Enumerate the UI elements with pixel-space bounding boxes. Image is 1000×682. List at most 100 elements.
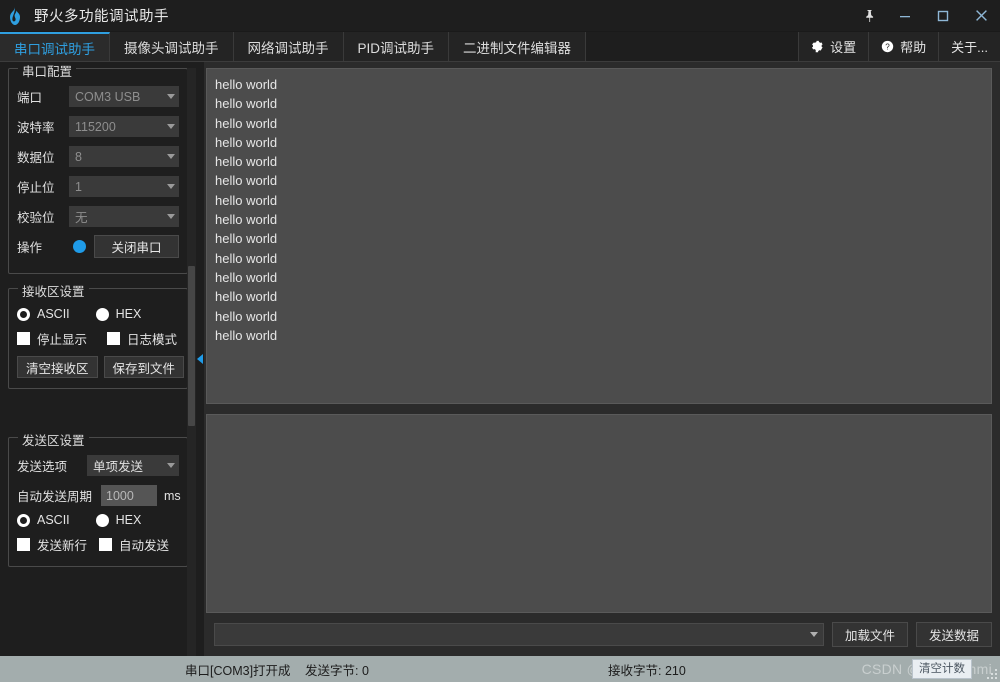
- send-flags-row: 发送新行 自动发送: [17, 535, 179, 554]
- tab-label: 摄像头调试助手: [124, 37, 219, 57]
- chevron-down-icon: [167, 184, 175, 189]
- send-newline-checkbox[interactable]: 发送新行: [17, 535, 87, 554]
- send-data-button[interactable]: 发送数据: [916, 622, 992, 647]
- clear-counter-tooltip: 清空计数: [912, 659, 972, 679]
- help-label: 帮助: [900, 37, 926, 56]
- receive-line: hello world: [215, 152, 991, 171]
- receive-line: hello world: [215, 307, 991, 326]
- send-bar: 加载文件 发送数据: [206, 613, 992, 656]
- svg-text:?: ?: [885, 42, 890, 51]
- chevron-down-icon: [167, 463, 175, 468]
- log-mode-checkbox[interactable]: 日志模式: [107, 329, 177, 348]
- receive-flags-row: 停止显示 日志模式: [17, 329, 179, 348]
- parity-select[interactable]: 无: [69, 206, 179, 227]
- radio-icon: [17, 514, 30, 527]
- send-option-select[interactable]: 单项发送: [87, 455, 179, 476]
- checkbox-icon: [107, 332, 120, 345]
- application-window: 野火多功能调试助手 串口调试助手 摄像头调试助手 网络调试助手: [0, 0, 1000, 682]
- help-button[interactable]: ? 帮助: [868, 32, 938, 61]
- toggle-port-label: 关闭串口: [111, 237, 161, 256]
- receive-buttons-row: 清空接收区 保存到文件: [17, 356, 179, 378]
- checkbox-icon: [17, 332, 30, 345]
- send-data-label: 发送数据: [929, 625, 979, 644]
- port-row: 端口 COM3 USB: [17, 83, 179, 110]
- flame-icon: [0, 7, 30, 25]
- checkbox-icon: [99, 538, 112, 551]
- maximize-icon[interactable]: [924, 0, 962, 32]
- tab-camera-debug[interactable]: 摄像头调试助手: [110, 32, 234, 61]
- window-title: 野火多功能调试助手: [30, 5, 169, 26]
- baudrate-select[interactable]: 115200: [69, 116, 179, 137]
- receive-ascii-radio[interactable]: ASCII: [17, 307, 70, 321]
- sidebar-scrollbar-thumb[interactable]: [188, 266, 195, 426]
- baudrate-label: 波特率: [17, 117, 69, 136]
- stop-display-checkbox[interactable]: 停止显示: [17, 329, 87, 348]
- tab-pid-debug[interactable]: PID调试助手: [344, 32, 450, 61]
- stopbits-select[interactable]: 1: [69, 176, 179, 197]
- operation-row: 操作 关闭串口: [17, 233, 179, 260]
- parity-label: 校验位: [17, 207, 69, 226]
- send-ascii-radio[interactable]: ASCII: [17, 513, 70, 527]
- tab-binary-editor[interactable]: 二进制文件编辑器: [449, 32, 586, 61]
- port-select[interactable]: COM3 USB: [69, 86, 179, 107]
- resize-grip-icon[interactable]: [985, 667, 997, 679]
- receive-line: hello world: [215, 229, 991, 248]
- send-hex-radio[interactable]: HEX: [96, 513, 142, 527]
- collapse-left-arrow-icon[interactable]: [197, 354, 203, 364]
- send-history-combo[interactable]: [214, 623, 824, 646]
- about-button[interactable]: 关于...: [938, 32, 1000, 61]
- main-panel: hello world hello world hello world hell…: [204, 62, 1000, 656]
- radio-icon: [96, 308, 109, 321]
- tab-network-debug[interactable]: 网络调试助手: [234, 32, 344, 61]
- baudrate-value: 115200: [75, 120, 163, 134]
- auto-period-unit: ms: [164, 489, 181, 503]
- radio-icon: [96, 514, 109, 527]
- minimize-icon[interactable]: [886, 0, 924, 32]
- databits-label: 数据位: [17, 147, 69, 166]
- chevron-down-icon: [167, 124, 175, 129]
- pin-icon[interactable]: [852, 0, 886, 32]
- send-option-value: 单项发送: [93, 456, 163, 475]
- settings-button[interactable]: 设置: [798, 32, 868, 61]
- content-body: 串口配置 端口 COM3 USB 波特率 115200: [0, 62, 1000, 656]
- receive-hex-radio[interactable]: HEX: [96, 307, 142, 321]
- receive-settings-legend: 接收区设置: [18, 281, 89, 300]
- panel-splitter[interactable]: [196, 62, 204, 656]
- auto-send-checkbox[interactable]: 自动发送: [99, 535, 169, 554]
- send-format-row: ASCII HEX: [17, 513, 179, 527]
- toggle-port-button[interactable]: 关闭串口: [94, 235, 179, 258]
- databits-select[interactable]: 8: [69, 146, 179, 167]
- clear-receive-button[interactable]: 清空接收区: [17, 356, 98, 378]
- receive-line: hello world: [215, 191, 991, 210]
- tab-serial-debug[interactable]: 串口调试助手: [0, 32, 110, 61]
- status-received-bytes: 接收字节: 210: [608, 660, 686, 679]
- chevron-down-icon: [167, 154, 175, 159]
- send-option-row: 发送选项 单项发送: [17, 452, 179, 479]
- close-icon[interactable]: [962, 0, 1000, 32]
- stop-display-label: 停止显示: [37, 329, 87, 348]
- load-file-label: 加载文件: [845, 625, 895, 644]
- receive-line: hello world: [215, 171, 991, 190]
- auto-period-label: 自动发送周期: [17, 486, 101, 505]
- send-ascii-label: ASCII: [37, 513, 70, 527]
- tab-strip: 串口调试助手 摄像头调试助手 网络调试助手 PID调试助手 二进制文件编辑器 设…: [0, 32, 1000, 62]
- receive-textarea[interactable]: hello world hello world hello world hell…: [206, 68, 992, 404]
- auto-period-input[interactable]: [101, 485, 157, 506]
- serial-config-group: 串口配置 端口 COM3 USB 波特率 115200: [8, 68, 188, 274]
- save-to-file-label: 保存到文件: [113, 358, 176, 377]
- sidebar-scrollbar[interactable]: [187, 68, 196, 656]
- status-sent-bytes: 发送字节: 0: [305, 660, 369, 679]
- receive-line: hello world: [215, 75, 991, 94]
- tab-label: 网络调试助手: [248, 37, 329, 57]
- auto-period-row: 自动发送周期 ms: [17, 482, 179, 509]
- send-textarea[interactable]: [206, 414, 992, 613]
- receive-line: hello world: [215, 249, 991, 268]
- log-mode-label: 日志模式: [127, 329, 177, 348]
- serial-config-legend: 串口配置: [18, 62, 76, 80]
- status-bar: 串口[COM3]打开成 发送字节: 0 接收字节: 210 CSDN @CCCh…: [0, 656, 1000, 682]
- operation-label: 操作: [17, 237, 69, 256]
- save-to-file-button[interactable]: 保存到文件: [104, 356, 185, 378]
- load-file-button[interactable]: 加载文件: [832, 622, 908, 647]
- port-label: 端口: [17, 87, 69, 106]
- receive-line: hello world: [215, 94, 991, 113]
